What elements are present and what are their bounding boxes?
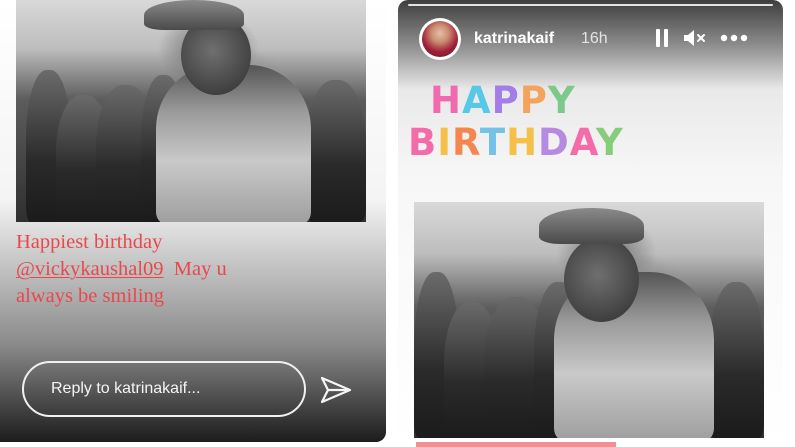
happy-letter: P [491, 79, 520, 122]
story-right: katrinakaif 16h HAPPY BIRTHDAY [398, 0, 783, 447]
caption-text: May u [163, 258, 227, 280]
more-icon[interactable] [720, 32, 748, 44]
reply-input[interactable]: Reply to katrinakaif... [22, 361, 306, 417]
reply-placeholder: Reply to katrinakaif... [51, 380, 201, 397]
happy-letter: Y [547, 79, 576, 122]
avatar[interactable] [419, 18, 461, 60]
caption-peek [416, 442, 616, 447]
story-photo [414, 202, 764, 438]
happy-letter: H [430, 79, 462, 122]
photo-figure [144, 0, 244, 30]
story-left: Happiest birthday @vickykaushal09 May u … [0, 0, 386, 442]
send-icon[interactable] [320, 376, 352, 404]
birthday-letter: R [451, 121, 480, 164]
story-photo [16, 0, 366, 222]
story-caption: Happiest birthday @vickykaushal09 May u … [16, 229, 316, 310]
story-username[interactable]: katrinakaif [474, 30, 554, 48]
photo-figure [306, 80, 366, 222]
birthday-letter: H [506, 121, 539, 164]
birthday-letter: B [408, 121, 438, 164]
user-mention-link[interactable]: @vickykaushal09 [16, 258, 164, 280]
mute-icon[interactable] [683, 28, 707, 48]
caption-line: Happiest birthday [16, 231, 163, 253]
avatar-image [422, 21, 458, 57]
sticker-word-happy: HAPPY [408, 79, 575, 122]
sticker-word-birthday: BIRTHDAY [408, 121, 623, 164]
birthday-letter: T [479, 121, 507, 164]
birthday-letter: I [437, 121, 452, 164]
birthday-letter: Y [595, 121, 624, 164]
caption-line: always be smiling [16, 285, 165, 307]
caption-line: @vickykaushal09 May u [16, 256, 316, 283]
photo-figure [709, 282, 764, 438]
pause-icon[interactable] [654, 28, 670, 48]
birthday-letter: D [538, 121, 570, 164]
happy-letter: A [461, 79, 492, 122]
photo-figure [564, 237, 639, 322]
story-progress-bar [408, 4, 773, 6]
birthday-letter: A [569, 121, 596, 164]
happy-letter: P [519, 79, 548, 122]
happy-birthday-sticker: HAPPY BIRTHDAY [408, 79, 623, 172]
story-timestamp: 16h [581, 30, 608, 47]
photo-figure [539, 208, 644, 244]
